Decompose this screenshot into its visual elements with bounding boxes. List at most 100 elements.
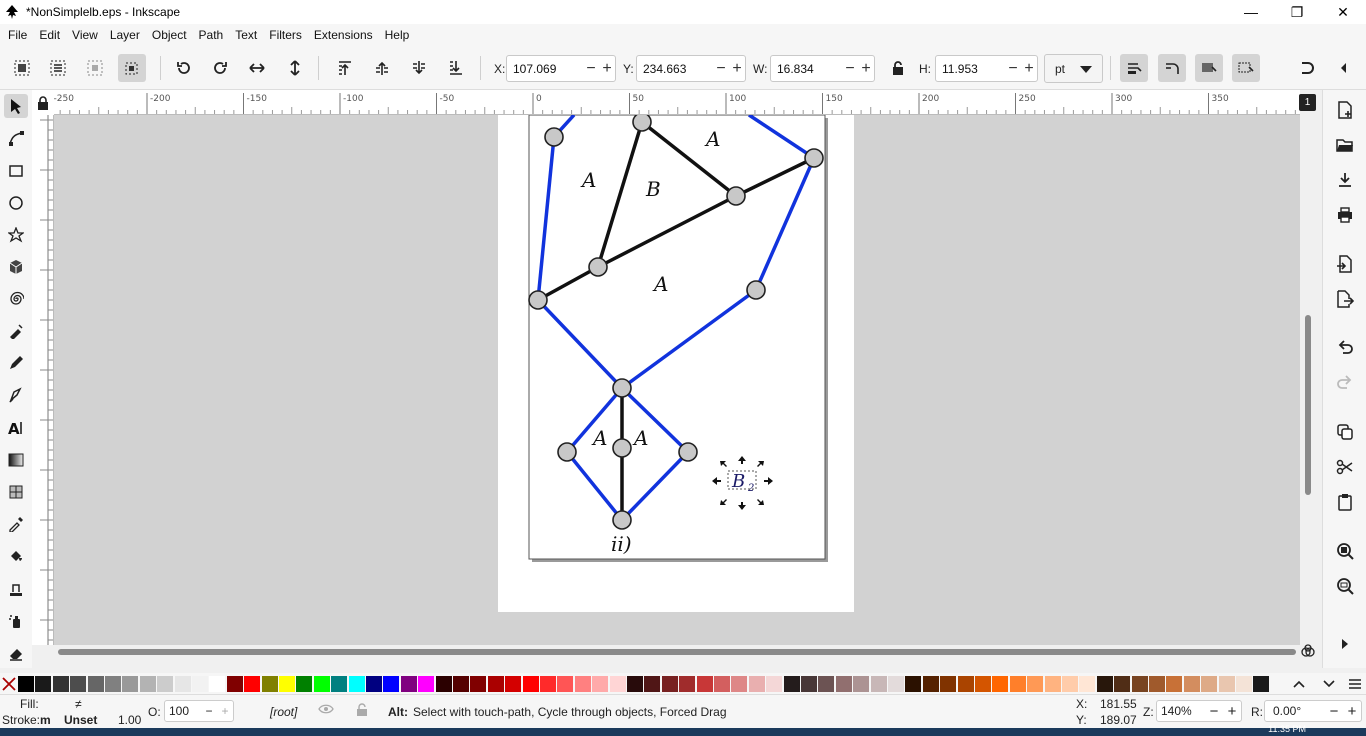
w-increment-button[interactable]: + bbox=[858, 60, 874, 78]
lock-proportions-button[interactable] bbox=[884, 54, 912, 82]
graph-node[interactable] bbox=[588, 257, 608, 277]
layer-lock-toggle[interactable] bbox=[355, 703, 369, 720]
save-button[interactable] bbox=[1333, 168, 1357, 192]
scale-stroke-button[interactable] bbox=[1120, 54, 1148, 82]
color-swatch[interactable] bbox=[801, 676, 817, 692]
graph-node[interactable] bbox=[612, 510, 632, 530]
color-swatch[interactable] bbox=[487, 676, 504, 692]
star-tool[interactable] bbox=[4, 223, 28, 247]
x-increment-button[interactable]: + bbox=[599, 60, 615, 78]
vertical-scroll-thumb[interactable] bbox=[1305, 315, 1311, 495]
face-label[interactable]: A bbox=[632, 426, 648, 450]
rotate-cw-button[interactable] bbox=[206, 54, 234, 82]
color-swatch[interactable] bbox=[661, 676, 678, 692]
tweak-tool[interactable] bbox=[4, 577, 28, 601]
opacity-field[interactable]: 100 − + bbox=[164, 700, 234, 722]
graph-node[interactable] bbox=[726, 186, 746, 206]
menu-help[interactable]: Help bbox=[379, 24, 416, 46]
color-swatch[interactable] bbox=[209, 676, 226, 692]
touch-select-button[interactable] bbox=[118, 54, 146, 82]
menu-extensions[interactable]: Extensions bbox=[308, 24, 379, 46]
color-swatch[interactable] bbox=[1079, 676, 1096, 692]
color-swatch[interactable] bbox=[1201, 676, 1218, 692]
graph-node[interactable] bbox=[612, 378, 632, 398]
graph-node[interactable] bbox=[678, 442, 698, 462]
lower-button[interactable] bbox=[405, 54, 433, 82]
y-field[interactable]: 234.663 − + bbox=[636, 55, 746, 82]
color-swatch[interactable] bbox=[609, 676, 626, 692]
vertical-scrollbar[interactable] bbox=[1300, 115, 1316, 645]
color-swatch[interactable] bbox=[279, 676, 295, 692]
maximize-button[interactable]: ❐ bbox=[1274, 0, 1320, 24]
new-document-button[interactable] bbox=[1333, 98, 1357, 122]
palette-scroll-up-button[interactable] bbox=[1290, 673, 1308, 694]
color-swatch[interactable] bbox=[992, 676, 1009, 692]
graph-node[interactable] bbox=[557, 442, 577, 462]
color-swatch[interactable] bbox=[87, 676, 104, 692]
snap-menu-button[interactable] bbox=[1330, 54, 1358, 82]
color-swatch[interactable] bbox=[1131, 676, 1148, 692]
figure-caption[interactable]: ii) bbox=[611, 532, 632, 556]
color-swatch[interactable] bbox=[18, 676, 34, 692]
color-swatch[interactable] bbox=[383, 676, 400, 692]
palette-menu-button[interactable] bbox=[1346, 673, 1364, 694]
color-swatch[interactable] bbox=[696, 676, 713, 692]
page-number-badge[interactable]: 1 bbox=[1299, 94, 1316, 111]
color-swatch[interactable] bbox=[888, 676, 904, 692]
color-swatch[interactable] bbox=[592, 676, 609, 692]
scale-corners-button[interactable] bbox=[1158, 54, 1186, 82]
color-swatch[interactable] bbox=[1253, 676, 1270, 692]
face-label[interactable]: B bbox=[645, 177, 661, 201]
ellipse-tool[interactable] bbox=[4, 191, 28, 215]
color-swatch[interactable] bbox=[453, 676, 469, 692]
menu-edit[interactable]: Edit bbox=[33, 24, 66, 46]
spiral-tool[interactable] bbox=[4, 287, 28, 311]
zoom-value[interactable]: 140% bbox=[1157, 704, 1205, 718]
redo-button[interactable] bbox=[1333, 371, 1357, 395]
zoom-in-button[interactable]: + bbox=[1223, 703, 1241, 720]
graph-node[interactable] bbox=[632, 115, 652, 132]
color-swatch[interactable] bbox=[348, 676, 365, 692]
color-swatch[interactable] bbox=[435, 676, 452, 692]
h-decrement-button[interactable]: − bbox=[1005, 60, 1021, 78]
color-swatch[interactable] bbox=[1062, 676, 1078, 692]
rotate-field[interactable]: 0.00° − + bbox=[1264, 700, 1362, 722]
color-swatch[interactable] bbox=[679, 676, 696, 692]
zoom-selection-button[interactable] bbox=[1333, 539, 1357, 563]
mesh-tool[interactable] bbox=[4, 480, 28, 504]
color-swatch[interactable] bbox=[522, 676, 539, 692]
w-decrement-button[interactable]: − bbox=[842, 60, 858, 78]
transform-patterns-button[interactable] bbox=[1232, 54, 1260, 82]
color-swatch[interactable] bbox=[105, 676, 121, 692]
color-swatch[interactable] bbox=[557, 676, 574, 692]
y-increment-button[interactable]: + bbox=[729, 60, 745, 78]
graph-node[interactable] bbox=[528, 290, 548, 310]
y-decrement-button[interactable]: − bbox=[713, 60, 729, 78]
h-increment-button[interactable]: + bbox=[1021, 60, 1037, 78]
3d-box-tool[interactable] bbox=[4, 255, 28, 279]
graph-node[interactable] bbox=[804, 148, 824, 168]
graph-node[interactable] bbox=[746, 280, 766, 300]
color-swatch[interactable] bbox=[714, 676, 730, 692]
no-paint-swatch[interactable] bbox=[1, 676, 17, 692]
color-swatch[interactable] bbox=[1027, 676, 1044, 692]
color-swatch[interactable] bbox=[731, 676, 748, 692]
rotate-value[interactable]: 0.00° bbox=[1265, 704, 1325, 718]
eraser-tool[interactable] bbox=[4, 641, 28, 665]
color-swatch[interactable] bbox=[766, 676, 783, 692]
color-swatch[interactable] bbox=[748, 676, 765, 692]
zoom-drawing-button[interactable] bbox=[1333, 574, 1357, 598]
calligraphy-tool[interactable] bbox=[4, 383, 28, 407]
pencil-tool[interactable] bbox=[4, 351, 28, 375]
horizontal-scrollbar[interactable] bbox=[54, 645, 1300, 659]
y-value[interactable]: 234.663 bbox=[637, 62, 713, 76]
drawing-svg[interactable]: A B A A A A ii) B 2 bbox=[54, 115, 1300, 645]
color-swatch[interactable] bbox=[296, 676, 313, 692]
color-swatch[interactable] bbox=[1114, 676, 1131, 692]
h-value[interactable]: 11.953 bbox=[936, 62, 1005, 76]
select-all-layers-button[interactable] bbox=[44, 54, 72, 82]
face-label[interactable]: A bbox=[704, 127, 720, 151]
deselect-button[interactable] bbox=[81, 54, 109, 82]
transform-gradients-button[interactable] bbox=[1195, 54, 1223, 82]
color-swatch[interactable] bbox=[574, 676, 591, 692]
